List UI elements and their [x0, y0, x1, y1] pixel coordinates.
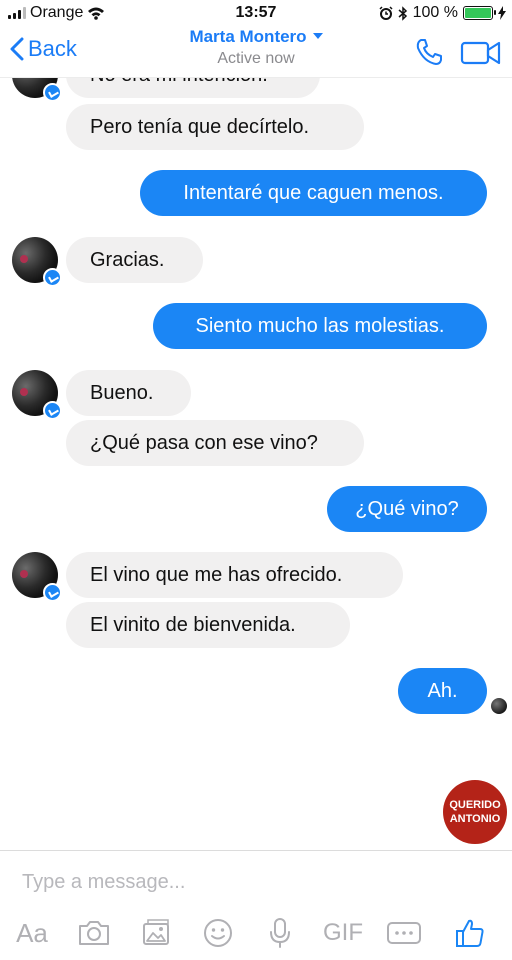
messenger-badge-icon: [43, 401, 62, 420]
thumbs-up-icon: [456, 919, 484, 947]
contact-name: Marta Montero: [189, 27, 307, 46]
charging-icon: [498, 6, 506, 20]
incoming-message[interactable]: No era mi intención.: [66, 78, 320, 98]
composer-toolbar: Aa GIF: [0, 911, 512, 955]
gallery-button[interactable]: [136, 911, 176, 955]
message-list[interactable]: No era mi intención. Pero tenía que decí…: [0, 78, 512, 850]
contact-avatar[interactable]: [12, 552, 62, 602]
messenger-badge-icon: [43, 583, 62, 602]
status-bar: Orange 13:57 100 %: [0, 0, 512, 26]
gif-label: GIF: [323, 919, 363, 946]
outgoing-message[interactable]: ¿Qué vino?: [327, 486, 487, 532]
more-button[interactable]: [384, 911, 424, 955]
incoming-message[interactable]: Pero tenía que decírtelo.: [66, 104, 364, 150]
incoming-message[interactable]: El vino que me has ofrecido.: [66, 552, 403, 598]
gif-button[interactable]: GIF: [320, 911, 366, 955]
contact-avatar[interactable]: [12, 237, 62, 287]
incoming-message[interactable]: Gracias.: [66, 237, 203, 283]
microphone-icon: [270, 918, 290, 948]
voice-button[interactable]: [260, 911, 300, 955]
composer: Aa GIF: [0, 850, 512, 960]
text-format-button[interactable]: Aa: [12, 911, 52, 955]
messenger-badge-icon: [43, 83, 62, 102]
phone-icon[interactable]: [414, 37, 444, 67]
incoming-message[interactable]: El vinito de bienvenida.: [66, 602, 350, 648]
incoming-message[interactable]: Bueno.: [66, 370, 191, 416]
outgoing-message[interactable]: Intentaré que caguen menos.: [140, 170, 487, 216]
contact-avatar[interactable]: [12, 370, 62, 420]
message-input[interactable]: [10, 865, 500, 899]
outgoing-message[interactable]: Ah.: [398, 668, 487, 714]
contact-avatar[interactable]: [12, 78, 62, 102]
conversation-header: Back Marta Montero Active now: [0, 26, 512, 78]
emoji-icon: [204, 919, 232, 947]
bluetooth-icon: [398, 5, 407, 21]
camera-icon: [79, 921, 109, 945]
outgoing-message[interactable]: Siento mucho las molestias.: [153, 303, 487, 349]
stamp-line-1: QUERIDO: [449, 799, 501, 811]
watermark-stamp: QUERIDO ANTONIO: [443, 780, 507, 844]
battery-icon: [463, 6, 496, 20]
messenger-badge-icon: [43, 268, 62, 287]
emoji-button[interactable]: [198, 911, 238, 955]
more-icon: [387, 922, 421, 944]
video-camera-icon[interactable]: [460, 37, 502, 67]
chevron-down-icon: [312, 33, 323, 39]
camera-button[interactable]: [74, 911, 114, 955]
like-button[interactable]: [450, 911, 490, 955]
image-icon: [143, 919, 169, 945]
stamp-line-2: ANTONIO: [449, 813, 501, 825]
alarm-icon: [379, 6, 393, 20]
text-format-label: Aa: [16, 917, 48, 948]
battery-percent: 100 %: [412, 4, 458, 21]
seen-receipt-avatar: [491, 698, 507, 714]
incoming-message[interactable]: ¿Qué pasa con ese vino?: [66, 420, 364, 466]
